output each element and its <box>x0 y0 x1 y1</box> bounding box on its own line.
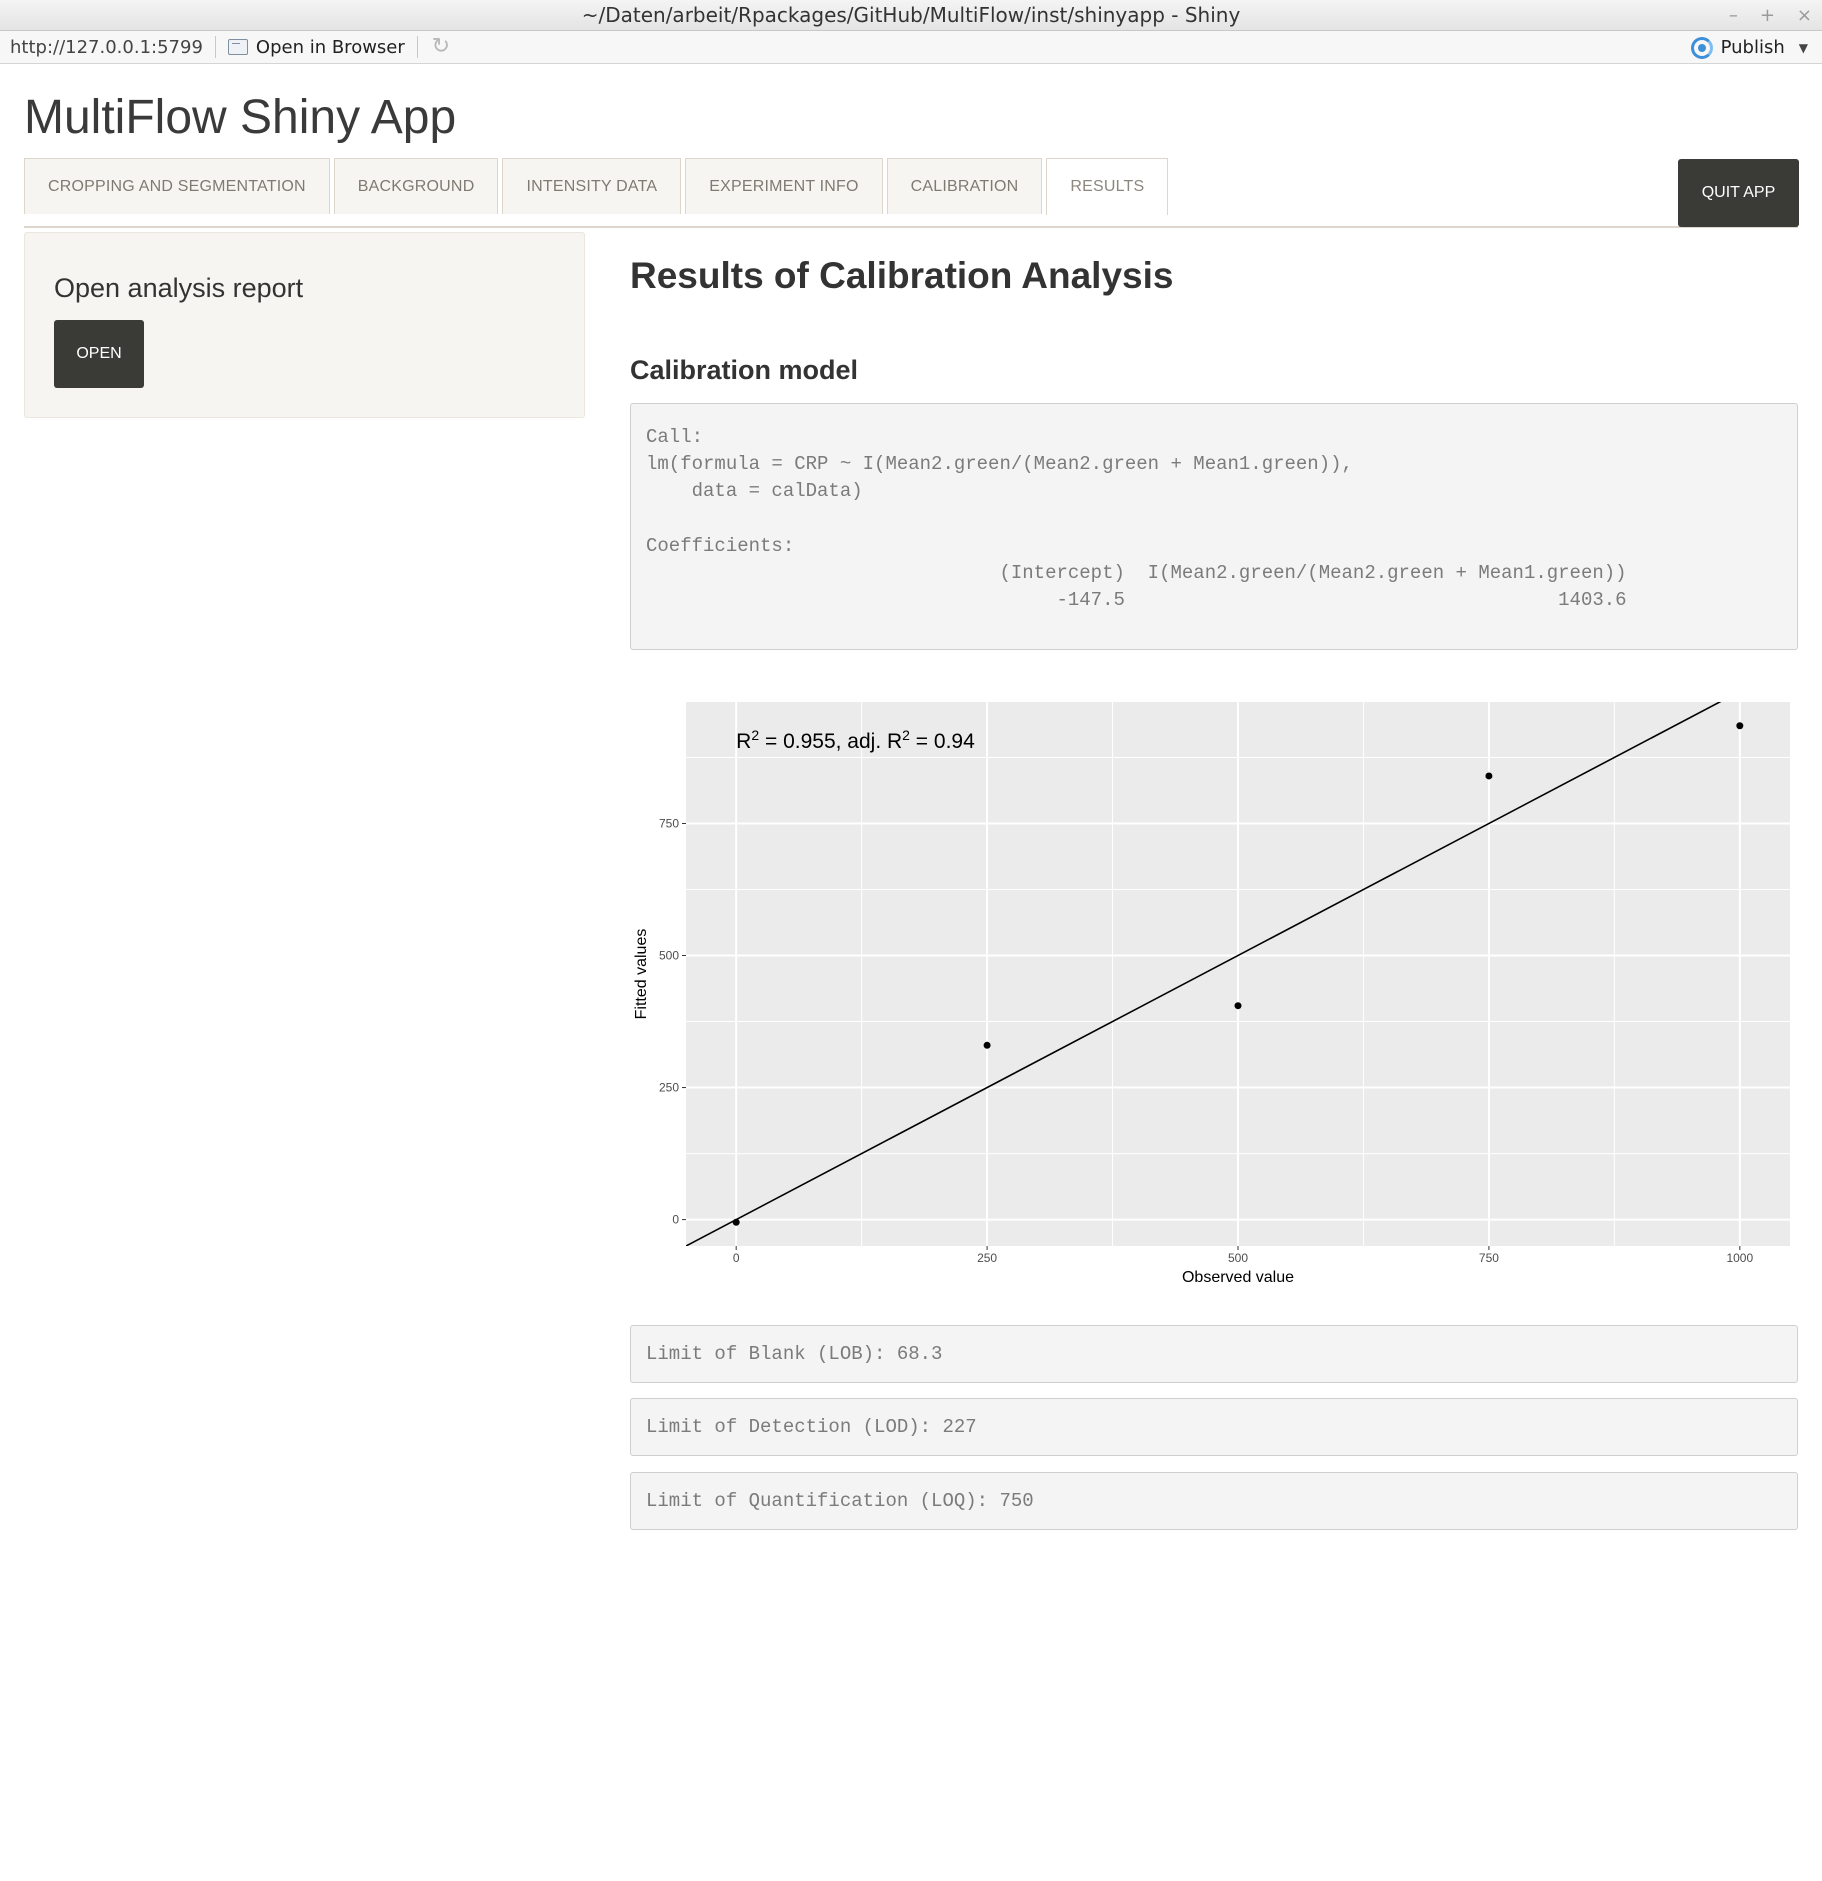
app-title: MultiFlow Shiny App <box>24 91 457 144</box>
maximize-icon[interactable]: + <box>1760 0 1775 31</box>
section-title: Calibration model <box>630 355 859 385</box>
y-tick-label: 750 <box>659 816 679 830</box>
tab-bar: CROPPING AND SEGMENTATION BACKGROUND INT… <box>24 158 1169 228</box>
x-tick-label: 500 <box>1228 1251 1248 1265</box>
lob-output: Limit of Blank (LOB): 68.3 <box>630 1325 1798 1383</box>
data-point <box>732 1218 740 1226</box>
publish-button[interactable]: Publish ▼ <box>1690 31 1808 64</box>
tab-divider <box>24 226 1798 228</box>
r-squared-annotation: R2 = 0.955, adj. R2 = 0.94 <box>736 727 975 753</box>
tab-cropping-and-segmentation[interactable]: CROPPING AND SEGMENTATION <box>24 158 330 214</box>
tab-experiment-info[interactable]: EXPERIMENT INFO <box>685 158 883 214</box>
y-tick-label: 250 <box>659 1081 679 1095</box>
x-tick-label: 1000 <box>1726 1251 1753 1265</box>
data-point <box>1736 722 1744 730</box>
open-report-button[interactable]: OPEN <box>54 320 144 388</box>
x-axis-label: Observed value <box>1182 1269 1294 1286</box>
calibration-plot: 0 250 500 750 1000 0 250 500 750 R2 = 0.955, adj.… <box>633 702 1790 1286</box>
model-output: Call: lm(formula = CRP ~ I(Mean2.green/(… <box>630 403 1798 650</box>
open-in-browser-label: Open in Browser <box>255 36 405 58</box>
viewer-toolbar: http://127.0.0.1:5799 Open in Browser ↻ … <box>0 31 1822 64</box>
open-in-browser-button[interactable]: Open in Browser <box>227 36 405 58</box>
sidebar-heading: Open analysis report <box>54 273 304 303</box>
data-point <box>1485 772 1493 780</box>
x-tick-label: 250 <box>977 1251 997 1265</box>
y-tick-label: 500 <box>659 949 679 963</box>
window-titlebar: ~/Daten/arbeit/Rpackages/GitHub/MultiFlo… <box>0 0 1822 31</box>
tab-results[interactable]: RESULTS <box>1046 158 1169 215</box>
toolbar-divider <box>214 36 216 58</box>
y-axis-label: Fitted values <box>633 929 650 1020</box>
data-point <box>1234 1002 1242 1010</box>
minimize-icon[interactable]: – <box>1729 0 1738 31</box>
sidebar-panel: Open analysis report OPEN <box>24 232 585 418</box>
tab-calibration[interactable]: CALIBRATION <box>886 158 1043 214</box>
loq-output: Limit of Quantification (LOQ): 750 <box>630 1472 1798 1530</box>
lod-output: Limit of Detection (LOD): 227 <box>630 1398 1798 1456</box>
quit-app-button[interactable]: QUIT APP <box>1678 159 1799 227</box>
x-tick-label: 750 <box>1479 1251 1499 1265</box>
close-icon[interactable]: × <box>1797 0 1812 31</box>
toolbar-divider <box>416 36 418 58</box>
browser-window-icon <box>227 39 248 55</box>
refresh-icon[interactable]: ↻ <box>430 36 452 58</box>
y-tick-label: 0 <box>672 1213 679 1227</box>
x-tick-label: 0 <box>733 1251 740 1265</box>
window-title: ~/Daten/arbeit/Rpackages/GitHub/MultiFlo… <box>581 3 1241 27</box>
tab-intensity-data[interactable]: INTENSITY DATA <box>502 158 682 214</box>
publish-icon <box>1690 36 1713 59</box>
publish-label: Publish <box>1720 37 1785 58</box>
url-display: http://127.0.0.1:5799 <box>10 36 203 58</box>
data-point <box>983 1041 991 1049</box>
page-title: Results of Calibration Analysis <box>630 255 1174 296</box>
chevron-down-icon[interactable]: ▼ <box>1799 41 1808 55</box>
window-controls: – + × <box>1729 0 1812 31</box>
tab-background[interactable]: BACKGROUND <box>333 158 499 214</box>
